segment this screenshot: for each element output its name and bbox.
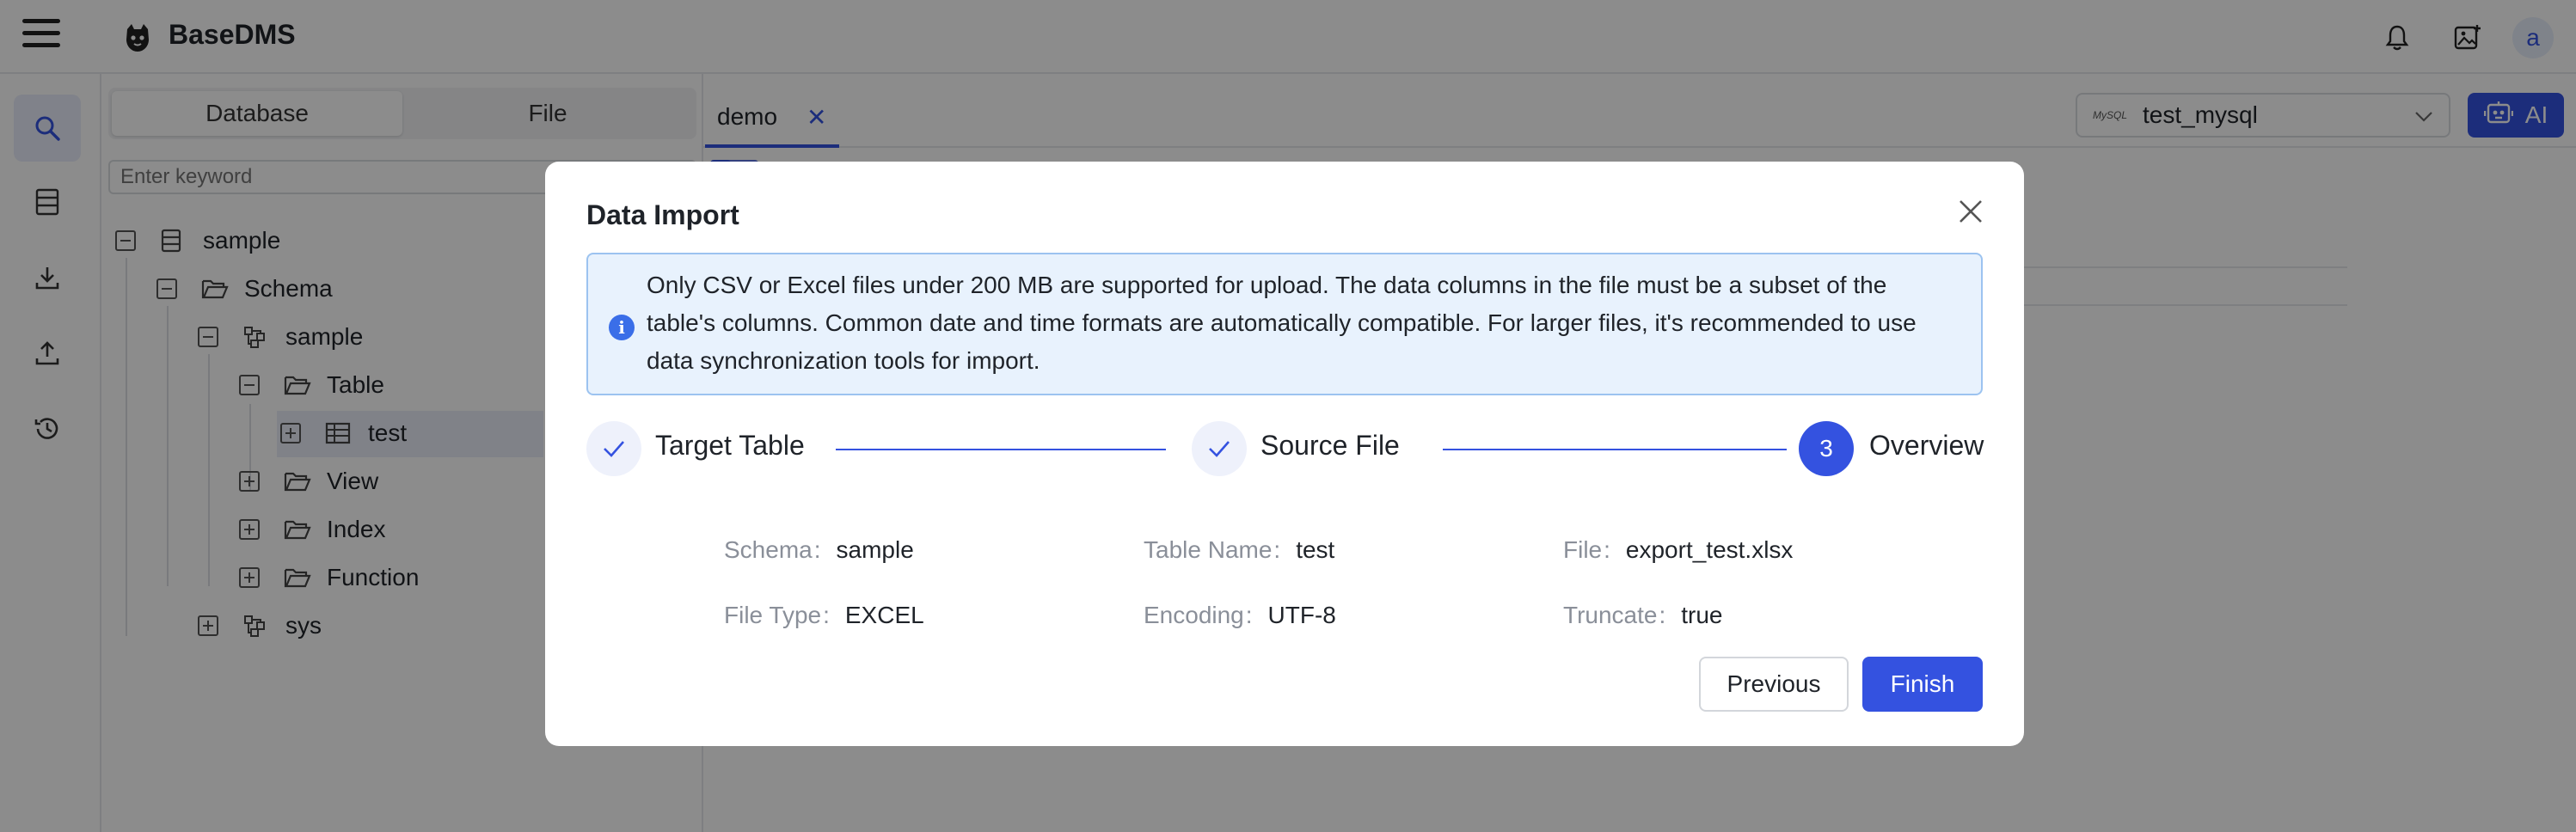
summary-key: Encoding [1144,602,1244,628]
info-icon: i [609,315,635,340]
step-connector [1443,449,1787,450]
colon: : [813,536,821,563]
step-overview: Overview [1869,430,1984,461]
summary-truncate: Truncate: true [1563,602,1723,629]
colon: : [1604,536,1610,563]
summary-value: export_test.xlsx [1625,536,1794,563]
summary-key: Schema [724,536,813,563]
step-source-file: Source File [1260,430,1400,461]
summary-schema: Schema: sample [724,536,914,564]
step-target-table: Target Table [655,430,805,461]
notice-text: Only CSV or Excel files under 200 MB are… [647,272,1917,374]
summary-value: EXCEL [844,602,924,628]
check-icon [1192,421,1247,476]
close-icon[interactable] [1955,196,1986,227]
previous-button[interactable]: Previous [1699,657,1849,712]
summary-file-type: File Type: EXCEL [724,602,924,629]
step-number: 3 [1799,421,1854,476]
summary-value: true [1681,602,1723,628]
import-steps: Target Table Source File 3 Overview [586,421,1984,478]
colon: : [1273,536,1281,563]
data-import-dialog: Data Import i Only CSV or Excel files un… [545,162,2024,746]
summary-value: sample [836,536,914,563]
summary-key: File Type [724,602,822,628]
summary-key: Table Name [1144,536,1273,563]
summary-value: UTF-8 [1267,602,1336,628]
summary-key: Truncate [1563,602,1658,628]
summary-encoding: Encoding: UTF-8 [1144,602,1336,629]
colon: : [1659,602,1666,628]
summary-value: test [1296,536,1335,563]
colon: : [1245,602,1253,628]
info-notice: i Only CSV or Excel files under 200 MB a… [586,253,1983,395]
summary-key: File [1563,536,1603,563]
finish-button[interactable]: Finish [1862,657,1983,712]
colon: : [823,602,830,628]
check-icon [586,421,641,476]
summary-file: File: export_test.xlsx [1563,536,1793,564]
step-connector [836,449,1166,450]
summary-table-name: Table Name: test [1144,536,1334,564]
dialog-title: Data Import [586,199,739,230]
